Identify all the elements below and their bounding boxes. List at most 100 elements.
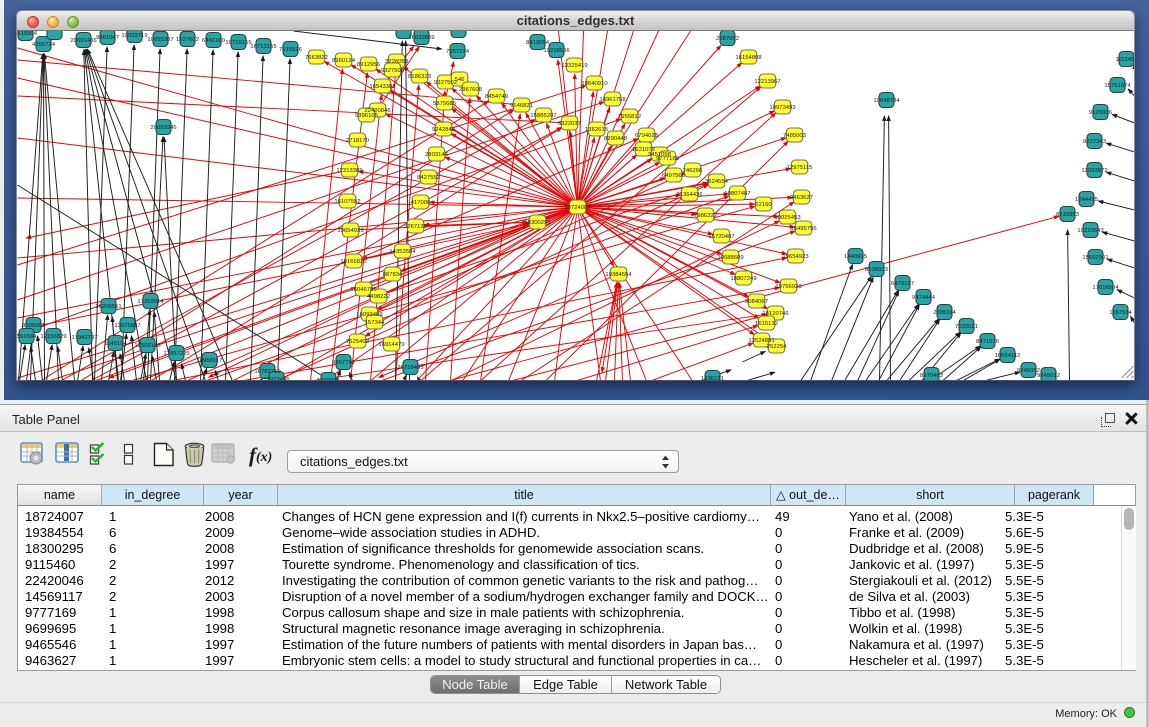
svg-text:9474444: 9474444 (912, 295, 936, 301)
svg-text:3624554: 3624554 (705, 179, 729, 185)
svg-text:19654923: 19654923 (782, 254, 809, 260)
svg-text:546: 546 (455, 77, 466, 83)
svg-text:16046785: 16046785 (350, 287, 377, 293)
svg-text:16033809: 16033809 (408, 35, 434, 41)
svg-text:9327502: 9327502 (434, 80, 457, 86)
svg-text:(x): (x) (256, 450, 272, 465)
svg-text:20053346: 20053346 (150, 125, 177, 131)
svg-text:19756928: 19756928 (775, 284, 802, 290)
svg-text:14353584: 14353584 (389, 249, 416, 255)
svg-text:18300295: 18300295 (524, 220, 551, 226)
svg-text:12213389: 12213389 (336, 168, 362, 174)
svg-text:8215953: 8215953 (1056, 212, 1080, 218)
svg-text:7357274: 7357274 (446, 49, 470, 55)
svg-text:391594: 391594 (17, 334, 37, 340)
svg-text:2718170: 2718170 (346, 138, 370, 144)
svg-text:8960124: 8960124 (332, 58, 356, 64)
svg-text:17016504: 17016504 (1092, 285, 1119, 291)
svg-text:9084067: 9084067 (745, 299, 768, 305)
svg-text:10654112: 10654112 (995, 353, 1021, 359)
svg-text:15720407: 15720407 (708, 234, 734, 240)
svg-text:7625402: 7625402 (346, 339, 369, 345)
svg-text:12923485: 12923485 (263, 377, 290, 381)
svg-text:8912956: 8912956 (357, 62, 381, 68)
svg-text:2803144: 2803144 (425, 152, 449, 158)
svg-text:7515526: 7515526 (279, 47, 303, 53)
svg-text:12156829: 12156829 (40, 334, 66, 340)
svg-text:17957225: 17957225 (163, 351, 190, 357)
svg-text:9461047: 9461047 (96, 35, 119, 41)
svg-text:18807249: 18807249 (730, 276, 756, 282)
svg-text:6794028: 6794028 (635, 133, 659, 139)
svg-text:6479197: 6479197 (891, 281, 914, 287)
svg-text:9457791: 9457791 (332, 360, 355, 366)
svg-text:9777169: 9777169 (656, 156, 679, 162)
svg-text:1440935: 1440935 (844, 254, 868, 260)
svg-text:8938933: 8938933 (865, 267, 889, 273)
svg-text:10648784: 10648784 (873, 98, 900, 104)
svg-text:10807487: 10807487 (724, 191, 750, 197)
svg-text:18640910: 18640910 (581, 81, 608, 87)
svg-text:1244415: 1244415 (1075, 197, 1099, 203)
svg-text:9245052: 9245052 (1017, 368, 1040, 374)
svg-text:7485003: 7485003 (783, 133, 807, 139)
svg-text:887834: 887834 (383, 272, 403, 278)
svg-text:7986322: 7986322 (694, 213, 717, 219)
svg-text:1292345: 1292345 (317, 378, 341, 381)
svg-text:17942797: 17942797 (71, 335, 97, 341)
svg-text:10719155: 10719155 (225, 40, 252, 46)
svg-text:8990448: 8990448 (604, 136, 628, 142)
svg-text:1615132: 1615132 (755, 321, 778, 327)
svg-text:12975115: 12975115 (787, 165, 813, 171)
svg-text:19654933: 19654933 (337, 228, 364, 234)
svg-text:6322037: 6322037 (558, 121, 581, 127)
svg-text:1112453: 1112453 (1115, 57, 1135, 63)
svg-text:9242848: 9242848 (432, 127, 456, 133)
svg-text:19166825: 19166825 (340, 259, 367, 265)
svg-text:16120746: 16120746 (762, 311, 789, 317)
svg-text:12505135: 12505135 (134, 343, 161, 349)
svg-text:21364436: 21364436 (676, 192, 703, 198)
svg-text:10958117: 10958117 (197, 358, 223, 364)
svg-text:12213967: 12213967 (754, 79, 780, 85)
svg-text:16093489: 16093489 (356, 312, 382, 318)
svg-text:9396105: 9396105 (355, 113, 379, 119)
svg-text:8813054: 8813054 (526, 40, 550, 46)
svg-text:7663822: 7663822 (305, 55, 328, 61)
svg-text:2967608: 2967608 (459, 87, 483, 93)
svg-text:15751074: 15751074 (1104, 83, 1131, 89)
svg-text:6497568: 6497568 (662, 173, 686, 179)
svg-text:10933719: 10933719 (121, 33, 147, 39)
svg-text:16154808: 16154808 (735, 55, 762, 61)
svg-text:62160: 62160 (755, 202, 772, 208)
svg-text:19218506: 19218506 (543, 48, 570, 54)
svg-text:4055724: 4055724 (32, 42, 56, 48)
svg-text:1936191: 1936191 (701, 376, 724, 381)
svg-text:8505061: 8505061 (22, 323, 45, 329)
svg-text:20691406: 20691406 (70, 38, 97, 44)
svg-text:15692901: 15692901 (1082, 255, 1108, 261)
svg-text:8427552: 8427552 (417, 175, 440, 181)
svg-text:7632021: 7632021 (955, 324, 978, 330)
svg-text:1619304: 1619304 (17, 31, 38, 37)
svg-text:15495756: 15495756 (790, 226, 817, 232)
svg-text:1167534: 1167534 (1109, 310, 1132, 316)
svg-text:3267130: 3267130 (404, 224, 428, 230)
svg-text:20206551: 20206551 (95, 304, 121, 310)
svg-text:16107552: 16107552 (334, 199, 360, 205)
svg-text:1145194: 1145194 (104, 341, 127, 347)
svg-text:9463627: 9463627 (790, 195, 813, 201)
svg-text:1527602: 1527602 (176, 37, 199, 43)
svg-text:16961758: 16961758 (599, 97, 626, 103)
svg-text:2087652: 2087652 (716, 36, 739, 42)
svg-text:9146821: 9146821 (510, 103, 533, 109)
svg-text:9327508: 9327508 (381, 68, 405, 74)
svg-text:13325419: 13325419 (561, 63, 587, 69)
svg-text:10025453: 10025453 (774, 215, 801, 221)
svg-text:10655287: 10655287 (147, 37, 173, 43)
svg-text:16782759: 16782759 (254, 369, 280, 375)
svg-text:746266: 746266 (683, 168, 703, 174)
svg-text:5875685: 5875685 (433, 101, 457, 107)
svg-text:10973493: 10973493 (769, 105, 796, 111)
svg-text:10688609: 10688609 (717, 255, 743, 261)
